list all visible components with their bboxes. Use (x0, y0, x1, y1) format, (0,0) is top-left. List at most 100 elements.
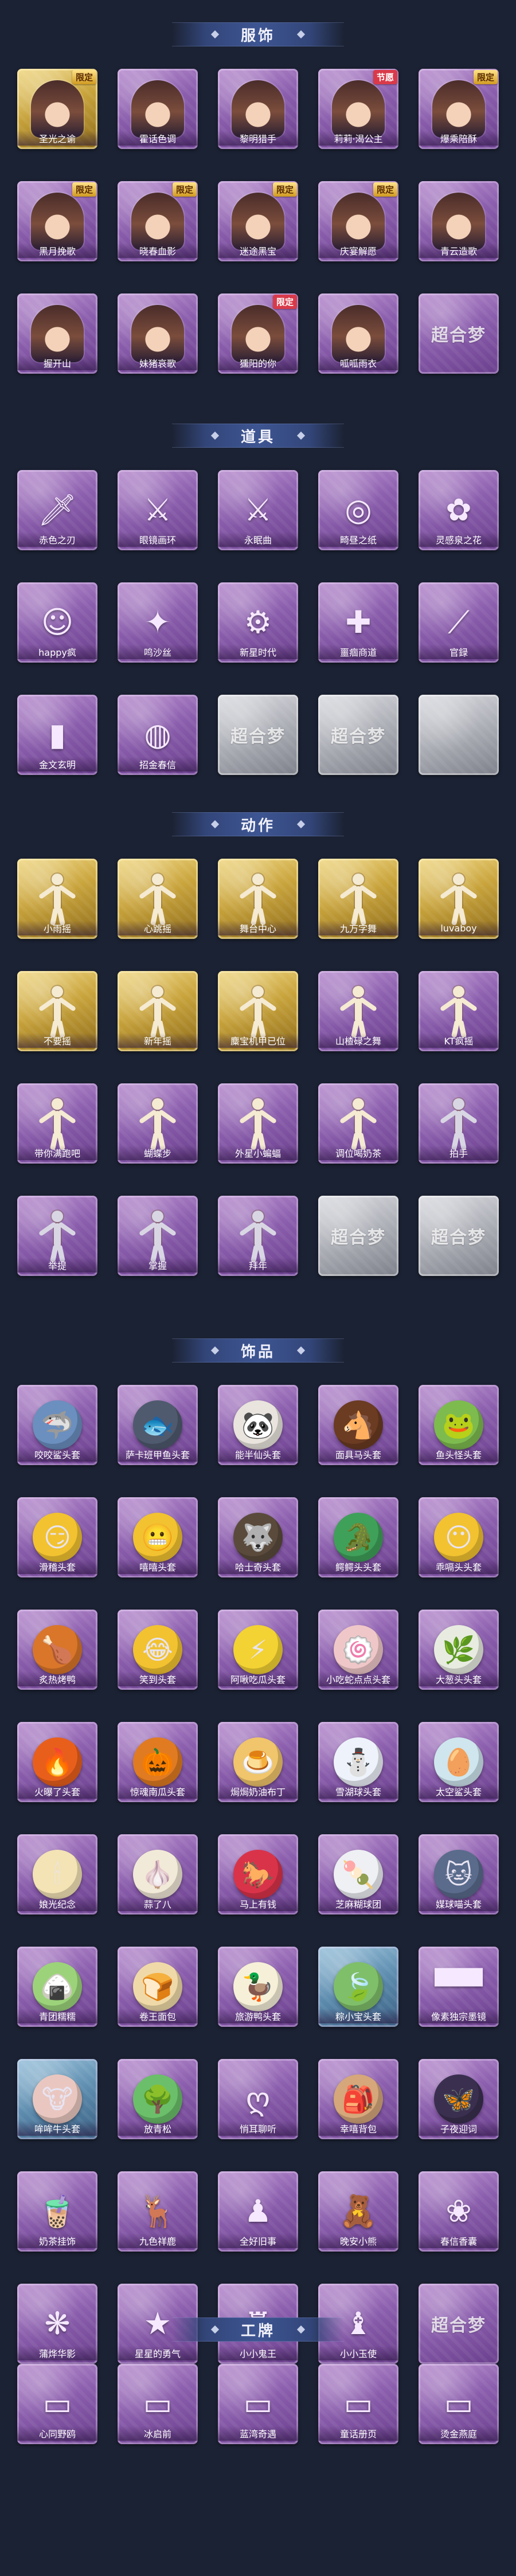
item-card[interactable]: 🎃 惊魂南瓜头套 (118, 1722, 198, 1802)
collection-item[interactable]: 不要摇 (17, 971, 97, 1067)
collection-item[interactable]: 调位喝奶茶 (318, 1083, 398, 1180)
item-card[interactable]: 🧄 蒜了八 (118, 1834, 198, 1915)
item-card[interactable]: 🐼 能半仙头套 (218, 1385, 298, 1465)
collection-item[interactable]: 🧸 晚安小熊 (318, 2171, 398, 2268)
item-card[interactable]: ✿ 灵感泉之花 (419, 470, 499, 550)
collection-item[interactable]: 🐸 鱼头怪头套 (419, 1385, 499, 1481)
item-card[interactable]: ▭ 蓝湾奇遇 (218, 2364, 298, 2444)
item-card[interactable]: 超合梦 (318, 695, 398, 775)
collection-item[interactable]: 新年摇 (118, 971, 198, 1067)
item-card[interactable]: 限定 獯阳的你 (218, 293, 298, 374)
collection-item[interactable]: ♟ 全好旧事 (218, 2171, 298, 2268)
collection-item[interactable]: 🍙 青团糯糯 (17, 1947, 97, 2043)
collection-item[interactable]: 🐴 面具马头套 (318, 1385, 398, 1481)
item-card[interactable]: 呱呱雨衣 (318, 293, 398, 374)
collection-item[interactable]: ⚔ 眼镜画环 (118, 470, 198, 566)
collection-item[interactable]: 😂 笑到头套 (118, 1610, 198, 1706)
collection-item[interactable]: 🐼 能半仙头套 (218, 1385, 298, 1481)
collection-item[interactable]: 舞台中心 (218, 859, 298, 955)
collection-item[interactable]: 超合梦 (419, 1196, 499, 1292)
collection-item[interactable]: ◍ 招金春信 (118, 695, 198, 791)
item-card[interactable]: 妹猪哀歌 (118, 293, 198, 374)
item-card[interactable]: 霍话色调 (118, 69, 198, 149)
item-card[interactable]: 🍙 青团糯糯 (17, 1947, 97, 2027)
collection-item[interactable]: ⛄ 雪湖球头套 (318, 1722, 398, 1818)
collection-item[interactable]: ▭ 蓝湾奇遇 (218, 2364, 298, 2460)
item-card[interactable]: ▭ 冰启前 (118, 2364, 198, 2444)
collection-item[interactable]: 🦌 九色祥鹿 (118, 2171, 198, 2268)
item-card[interactable]: 拜年 (218, 1196, 298, 1276)
collection-item[interactable]: ⚔ 永眠曲 (218, 470, 298, 566)
item-card[interactable]: 🕯 娘光纪念 (17, 1834, 97, 1915)
item-card[interactable]: 山楂碌之舞 (318, 971, 398, 1051)
item-card[interactable]: 🍃 粽小宝头套 (318, 1947, 398, 2027)
item-card[interactable]: 限定 迷途黑宝 (218, 181, 298, 261)
collection-item[interactable]: 山楂碌之舞 (318, 971, 398, 1067)
item-card[interactable]: ღ 悄耳聊听 (218, 2059, 298, 2139)
collection-item[interactable]: 超合梦 (318, 695, 398, 791)
item-card[interactable]: 超合梦 (419, 293, 499, 374)
item-card[interactable]: ◎ 畸昼之纸 (318, 470, 398, 550)
item-card[interactable]: ⚔ 永眠曲 (218, 470, 298, 550)
collection-item[interactable]: 🐮 哞哞牛头套 (17, 2059, 97, 2155)
item-card[interactable]: 😂 笑到头套 (118, 1610, 198, 1690)
collection-item[interactable]: 🍡 芝麻糊球团 (318, 1834, 398, 1931)
collection-item[interactable]: ❀ 春信香囊 (419, 2171, 499, 2268)
collection-item[interactable]: ▭ 心同野鸥 (17, 2364, 97, 2460)
collection-item[interactable]: ღ 悄耳聊听 (218, 2059, 298, 2155)
item-card[interactable]: 🦋 子夜迎词 (419, 2059, 499, 2139)
collection-item[interactable]: 🌿 大葱头头套 (419, 1610, 499, 1706)
collection-item[interactable]: ▭ 烫金燕庭 (419, 2364, 499, 2460)
item-card[interactable]: ▭ 心同野鸥 (17, 2364, 97, 2444)
item-card[interactable]: 超合梦 (218, 695, 298, 775)
collection-item[interactable]: 🐱 媒球喵头套 (419, 1834, 499, 1931)
collection-item[interactable]: 😶 乖嗝头头套 (419, 1497, 499, 1594)
collection-item[interactable]: 🔥 火曝了头套 (17, 1722, 97, 1818)
collection-item[interactable]: 外星小蝙蝠 (218, 1083, 298, 1180)
collection-item[interactable]: ◎ 畸昼之纸 (318, 470, 398, 566)
collection-item[interactable]: 握开山 (17, 293, 97, 390)
item-card[interactable]: 😏 滑稽头套 (17, 1497, 97, 1577)
item-card[interactable]: 🐸 鱼头怪头套 (419, 1385, 499, 1465)
collection-item[interactable]: ☺ happy疯 (17, 582, 97, 679)
collection-item[interactable]: 限定 黑月挽歌 (17, 181, 97, 277)
item-card[interactable]: 🧋 奶茶挂饰 (17, 2171, 97, 2252)
collection-item[interactable]: 🦋 子夜迎词 (419, 2059, 499, 2155)
collection-item[interactable]: ⚙ 新星时代 (218, 582, 298, 679)
item-card[interactable]: 🍮 焗焗奶油布丁 (218, 1722, 298, 1802)
item-card[interactable]: 不要摇 (17, 971, 97, 1051)
item-card[interactable]: ⛄ 雪湖球头套 (318, 1722, 398, 1802)
item-card[interactable]: 调位喝奶茶 (318, 1083, 398, 1164)
collection-item[interactable]: ⟋ 官録 (419, 582, 499, 679)
collection-item[interactable]: 😬 嘻嘻头套 (118, 1497, 198, 1594)
item-card[interactable]: ✚ 噩痼商道 (318, 582, 398, 663)
collection-item[interactable]: ✚ 噩痼商道 (318, 582, 398, 679)
collection-item[interactable]: 🍃 粽小宝头套 (318, 1947, 398, 2043)
collection-item[interactable]: 举提 (17, 1196, 97, 1292)
item-card[interactable]: 🐮 哞哞牛头套 (17, 2059, 97, 2139)
item-card[interactable]: 超合梦 (318, 1196, 398, 1276)
item-card[interactable]: 🍗 炙热烤鸭 (17, 1610, 97, 1690)
collection-item[interactable]: 🧄 蒜了八 (118, 1834, 198, 1931)
collection-item[interactable]: 限定 圣光之谕 (17, 69, 97, 165)
item-card[interactable]: 🐟 萨卡班甲鱼头套 (118, 1385, 198, 1465)
item-card[interactable]: 蝴蝶步 (118, 1083, 198, 1164)
item-card[interactable]: 限定 晓春血影 (118, 181, 198, 261)
collection-item[interactable]: 🍞 卷王面包 (118, 1947, 198, 2043)
collection-item[interactable]: 麋宝机甲已位 (218, 971, 298, 1067)
item-card[interactable]: ✦ 鸣沙丝 (118, 582, 198, 663)
item-card[interactable]: 🍡 芝麻糊球团 (318, 1834, 398, 1915)
item-card[interactable]: ⚔ 眼镜画环 (118, 470, 198, 550)
item-card[interactable]: 🍞 卷王面包 (118, 1947, 198, 2027)
item-card[interactable]: 🦆 旅游鸭头套 (218, 1947, 298, 2027)
item-card[interactable]: 舞台中心 (218, 859, 298, 939)
collection-item[interactable]: 拜年 (218, 1196, 298, 1292)
collection-item[interactable]: ▮ 金文玄明 (17, 695, 97, 791)
collection-item[interactable]: 限定 迷途黑宝 (218, 181, 298, 277)
collection-item[interactable]: 黎明猎手 (218, 69, 298, 165)
item-card[interactable]: 小雨摇 (17, 859, 97, 939)
collection-item[interactable]: 妹猪哀歌 (118, 293, 198, 390)
item-card[interactable]: ⚙ 新星时代 (218, 582, 298, 663)
item-card[interactable]: 🥚 太空鲨头套 (419, 1722, 499, 1802)
item-card[interactable]: 新年摇 (118, 971, 198, 1051)
